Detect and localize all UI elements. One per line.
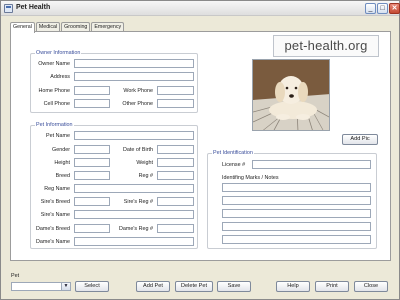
sires-breed-field[interactable] [74,197,110,206]
pet-identification-title: Pet Identification [212,150,254,156]
app-icon [4,4,13,13]
other-phone-field[interactable] [157,99,194,108]
pet-photo [252,59,330,131]
notes-line-2[interactable] [222,196,371,205]
pet-select-dropdown[interactable]: ▼ [11,282,71,291]
print-button[interactable]: Print [315,281,349,292]
address-field[interactable] [74,72,194,81]
add-pet-button[interactable]: Add Pet [136,281,170,292]
minimize-button[interactable]: _ [365,3,376,14]
owner-name-field[interactable] [74,59,194,68]
window-title: Pet Health [16,4,51,11]
reg-number-field[interactable] [157,171,194,180]
dog-picture-icon [253,60,329,130]
sires-breed-label: Sire's Breed [40,199,70,205]
sires-reg-label: Sire's Reg # [123,199,153,205]
add-pic-button[interactable]: Add Pic [342,134,378,145]
tab-general[interactable]: General [10,22,35,33]
height-field[interactable] [74,158,110,167]
pet-name-field[interactable] [74,131,194,140]
chevron-down-icon[interactable]: ▼ [61,283,70,290]
sires-name-field[interactable] [74,210,194,219]
dames-breed-label: Dame's Breed [36,226,70,232]
notes-line-3[interactable] [222,209,371,218]
work-phone-field[interactable] [157,86,194,95]
weight-label: Weight [136,160,153,166]
close-button[interactable]: Close [354,281,388,292]
breed-label: Breed [55,173,70,179]
main-window: Pet Health _ □ ✕ General Medical Groomin… [0,0,400,300]
home-phone-label: Home Phone [38,88,70,94]
address-label: Address [50,74,70,80]
select-button[interactable]: Select [75,281,109,292]
reg-name-label: Reg Name [44,186,70,192]
gender-field[interactable] [74,145,110,154]
pet-info-title: Pet Information [35,122,74,128]
license-label: License # [222,162,246,168]
date-of-birth-field[interactable] [157,145,194,154]
save-button[interactable]: Save [217,281,251,292]
title-bar[interactable]: Pet Health _ □ ✕ [1,1,400,16]
other-phone-label: Other Phone [122,101,153,107]
dames-name-field[interactable] [74,237,194,246]
close-window-button[interactable]: ✕ [389,3,400,14]
dames-reg-label: Dame's Reg # [119,226,153,232]
notes-line-5[interactable] [222,235,371,244]
cell-phone-field[interactable] [74,99,110,108]
notes-line-4[interactable] [222,222,371,231]
dames-reg-field[interactable] [157,224,194,233]
identifying-marks-label: Identifing Marks / Notes [222,175,279,181]
weight-field[interactable] [157,158,194,167]
work-phone-label: Work Phone [123,88,153,94]
owner-info-title: Owner Information [35,50,82,56]
help-button[interactable]: Help [276,281,310,292]
license-field[interactable] [252,160,371,169]
gender-label: Gender [52,147,70,153]
breed-field[interactable] [74,171,110,180]
pet-selector-label: Pet [11,273,20,279]
cell-phone-label: Cell Phone [43,101,70,107]
delete-pet-button[interactable]: Delete Pet [175,281,213,292]
owner-name-label: Owner Name [38,61,70,67]
maximize-button[interactable]: □ [377,3,388,14]
pet-health-logo: pet-health.org [273,35,379,57]
dames-name-label: Dame's Name [36,239,70,245]
sires-name-label: Sire's Name [40,212,70,218]
date-of-birth-label: Date of Birth [123,147,153,153]
reg-number-label: Reg # [138,173,153,179]
dames-breed-field[interactable] [74,224,110,233]
sires-reg-field[interactable] [157,197,194,206]
home-phone-field[interactable] [74,86,110,95]
pet-name-label: Pet Name [46,133,70,139]
notes-line-1[interactable] [222,183,371,192]
reg-name-field[interactable] [74,184,194,193]
height-label: Height [54,160,70,166]
